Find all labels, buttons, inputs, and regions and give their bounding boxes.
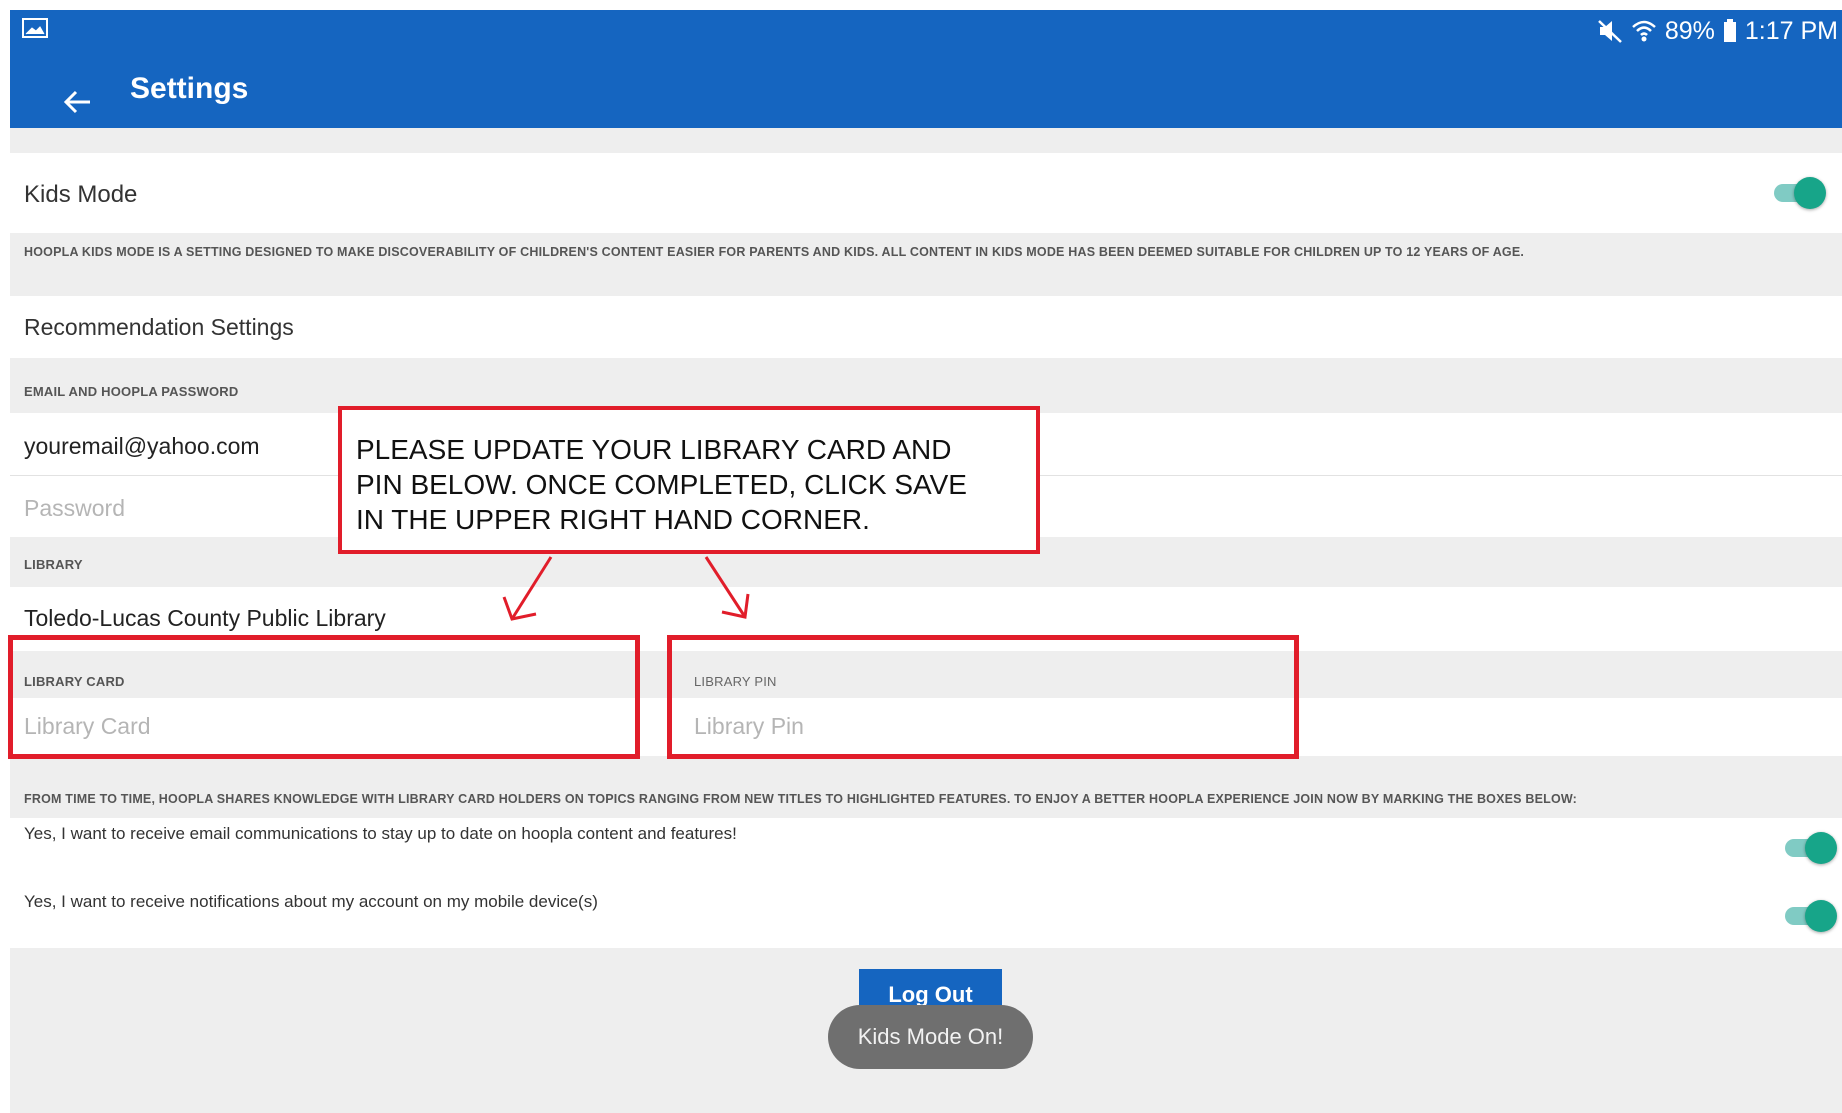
kids-mode-toast: Kids Mode On! [828, 1005, 1033, 1069]
recommendation-settings-label: Recommendation Settings [24, 314, 294, 340]
kids-mode-toggle[interactable] [1772, 176, 1828, 210]
kids-mode-label: Kids Mode [24, 181, 138, 208]
email-field[interactable]: youremail@yahoo.com [24, 433, 260, 460]
instruction-callout: PLEASE UPDATE YOUR LIBRARY CARD AND PIN … [338, 406, 1040, 554]
kids-mode-description: HOOPLA KIDS MODE IS A SETTING DESIGNED T… [24, 245, 1525, 259]
account-caption: EMAIL AND HOOPLA PASSWORD [24, 384, 239, 399]
kids-mode-description-strip: HOOPLA KIDS MODE IS A SETTING DESIGNED T… [10, 233, 1842, 296]
recommendation-settings-row[interactable]: Recommendation Settings [10, 296, 1842, 358]
email-optin-label: Yes, I want to receive email communicati… [24, 824, 737, 843]
back-arrow-icon[interactable] [58, 82, 98, 122]
status-bar: 89% 1:17 PM [1597, 14, 1838, 48]
account-caption-strip: EMAIL AND HOOPLA PASSWORD [10, 358, 1842, 413]
notify-optin-toggle[interactable] [1783, 899, 1839, 933]
wifi-icon [1632, 20, 1656, 42]
communications-options: Yes, I want to receive email communicati… [10, 818, 1842, 948]
screen: 89% 1:17 PM Settings Kids Mode HOOPLA KI… [10, 10, 1842, 1113]
kids-mode-row[interactable]: Kids Mode [10, 153, 1842, 233]
communications-caption-strip: FROM TIME TO TIME, HOOPLA SHARES KNOWLED… [10, 756, 1842, 818]
email-optin-toggle[interactable] [1783, 831, 1839, 865]
mute-icon [1597, 20, 1622, 43]
battery-percent: 89% [1664, 16, 1715, 45]
instruction-line: PIN BELOW. ONCE COMPLETED, CLICK SAVE [356, 469, 967, 500]
communications-caption: FROM TIME TO TIME, HOOPLA SHARES KNOWLED… [24, 792, 1578, 806]
library-card-highlight [8, 635, 640, 759]
library-pin-highlight [667, 635, 1299, 759]
section-spacer [10, 128, 1842, 153]
instruction-line: IN THE UPPER RIGHT HAND CORNER. [356, 504, 870, 535]
instruction-text: PLEASE UPDATE YOUR LIBRARY CARD AND PIN … [356, 432, 1036, 537]
app-bar: 89% 1:17 PM Settings [10, 10, 1842, 128]
page-title: Settings [130, 72, 249, 105]
image-icon [22, 18, 48, 38]
battery-icon [1723, 19, 1736, 42]
clock: 1:17 PM [1744, 16, 1838, 45]
password-field[interactable]: Password [24, 495, 125, 522]
notify-optin-label: Yes, I want to receive notifications abo… [24, 892, 598, 911]
instruction-line: PLEASE UPDATE YOUR LIBRARY CARD AND [356, 434, 952, 465]
library-name[interactable]: Toledo-Lucas County Public Library [24, 605, 386, 632]
library-caption: LIBRARY [24, 557, 83, 572]
